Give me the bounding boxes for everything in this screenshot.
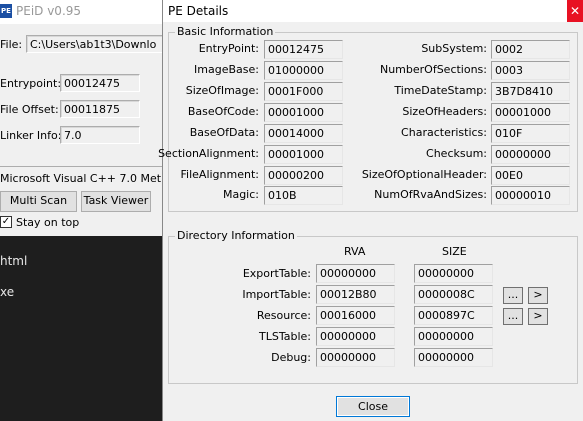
- directory-rva-field[interactable]: 00016000: [316, 306, 395, 325]
- directory-details-button[interactable]: ...: [503, 308, 523, 325]
- directory-information-legend: Directory Information: [175, 229, 297, 243]
- peid-title: PEiD v0.95: [16, 4, 82, 18]
- directory-rva-field[interactable]: 00000000: [316, 327, 395, 346]
- directory-row-label: ExportTable:: [242, 267, 311, 280]
- directory-rva-field[interactable]: 00000000: [316, 348, 395, 367]
- stay-on-top-checkbox[interactable]: ✓: [0, 216, 12, 228]
- basic-left-label: ImageBase:: [194, 63, 259, 76]
- task-viewer-button[interactable]: Task Viewer: [81, 191, 151, 212]
- dialog-titlebar: PE Details ✕: [163, 0, 583, 22]
- basic-left-value[interactable]: 00001000: [264, 103, 343, 122]
- basic-right-value[interactable]: 3B7D8410: [491, 82, 570, 101]
- basic-right-value[interactable]: 00E0: [491, 166, 570, 185]
- close-icon[interactable]: ✕: [567, 0, 583, 22]
- close-button[interactable]: Close: [336, 396, 410, 417]
- directory-size-field[interactable]: 0000897C: [414, 306, 493, 325]
- file-offset-label: File Offset:: [0, 103, 59, 116]
- basic-left-label: EntryPoint:: [198, 42, 259, 55]
- basic-right-label: NumberOfSections:: [379, 63, 487, 76]
- basic-right-label: Checksum:: [426, 147, 487, 160]
- peid-logo-icon: PE: [0, 4, 12, 18]
- basic-information-legend: Basic Information: [175, 25, 276, 39]
- basic-left-label: FileAlignment:: [180, 168, 259, 181]
- dialog-title: PE Details: [168, 4, 229, 18]
- basic-right-label: NumOfRvaAndSizes:: [374, 188, 487, 201]
- basic-left-value[interactable]: 0001F000: [264, 82, 343, 101]
- directory-details-button[interactable]: ...: [503, 287, 523, 304]
- basic-left-label: SizeOfImage:: [185, 84, 259, 97]
- basic-right-label: SizeOfHeaders:: [402, 105, 487, 118]
- basic-left-label: SectionAlignment:: [158, 147, 259, 160]
- multi-scan-button[interactable]: Multi Scan: [0, 191, 77, 212]
- directory-row-label: TLSTable:: [259, 330, 311, 343]
- entrypoint-field[interactable]: 00012475: [60, 74, 140, 92]
- detection-result: Microsoft Visual C++ 7.0 Method2: [0, 172, 189, 185]
- basic-right-value[interactable]: 00000010: [491, 186, 570, 205]
- directory-size-field[interactable]: 0000008C: [414, 285, 493, 304]
- directory-size-field[interactable]: 00000000: [414, 327, 493, 346]
- basic-information-group: Basic Information: [168, 25, 578, 212]
- dark-line-1: html: [0, 254, 28, 268]
- basic-left-label: Magic:: [222, 188, 259, 201]
- dark-background-panel: html xe: [0, 236, 162, 421]
- stay-on-top-label: Stay on top: [16, 216, 80, 229]
- basic-left-value[interactable]: 00012475: [264, 40, 343, 59]
- linker-field[interactable]: 7.0: [60, 126, 140, 144]
- basic-left-value[interactable]: 00014000: [264, 124, 343, 143]
- basic-left-value[interactable]: 010B: [264, 186, 343, 205]
- directory-size-field[interactable]: 00000000: [414, 264, 493, 283]
- basic-right-value[interactable]: 010F: [491, 124, 570, 143]
- basic-right-label: SubSystem:: [421, 42, 487, 55]
- rva-header: RVA: [344, 245, 366, 258]
- file-path-field[interactable]: C:\Users\ab1t3\Downlo: [26, 35, 165, 53]
- peid-separator: [0, 166, 165, 167]
- size-header: SIZE: [442, 245, 467, 258]
- directory-row-label: Debug:: [271, 351, 311, 364]
- linker-label: Linker Info:: [0, 129, 62, 142]
- file-offset-field[interactable]: 00011875: [60, 100, 140, 118]
- pe-details-dialog: PE Details ✕ Basic Information Directory…: [158, 0, 583, 421]
- basic-left-label: BaseOfCode:: [187, 105, 259, 118]
- directory-row-label: ImportTable:: [242, 288, 311, 301]
- basic-left-value[interactable]: 00000200: [264, 166, 343, 185]
- directory-size-field[interactable]: 00000000: [414, 348, 493, 367]
- directory-goto-button[interactable]: >: [528, 287, 548, 304]
- directory-rva-field[interactable]: 00000000: [316, 264, 395, 283]
- basic-right-value[interactable]: 0002: [491, 40, 570, 59]
- basic-right-value[interactable]: 0003: [491, 61, 570, 80]
- dark-line-2: xe: [0, 285, 15, 299]
- directory-goto-button[interactable]: >: [528, 308, 548, 325]
- basic-right-value[interactable]: 00001000: [491, 103, 570, 122]
- directory-row-label: Resource:: [256, 309, 311, 322]
- basic-right-label: SizeOfOptionalHeader:: [361, 168, 487, 181]
- entrypoint-label: Entrypoint:: [0, 77, 62, 90]
- basic-left-value[interactable]: 01000000: [264, 61, 343, 80]
- file-label: File:: [0, 38, 23, 51]
- basic-left-value[interactable]: 00001000: [264, 145, 343, 164]
- basic-right-label: TimeDateStamp:: [394, 84, 487, 97]
- peid-window: PE PEiD v0.95 File: C:\Users\ab1t3\Downl…: [0, 0, 189, 421]
- basic-right-label: Characteristics:: [401, 126, 487, 139]
- directory-rva-field[interactable]: 00012B80: [316, 285, 395, 304]
- basic-left-label: BaseOfData:: [189, 126, 259, 139]
- basic-right-value[interactable]: 00000000: [491, 145, 570, 164]
- peid-titlebar: PE PEiD v0.95: [0, 0, 165, 24]
